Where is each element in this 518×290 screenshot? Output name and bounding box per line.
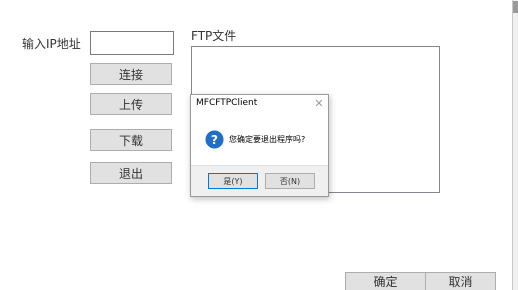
ok-button[interactable]: 确定 bbox=[345, 272, 426, 290]
ip-address-input[interactable] bbox=[90, 31, 174, 55]
dialog-message: 您确定要退出程序吗? bbox=[229, 135, 306, 144]
cancel-button[interactable]: 取消 bbox=[425, 272, 496, 290]
scrollbar-thumb[interactable] bbox=[513, 1, 518, 13]
exit-confirm-dialog: MFCFTPClient ✕ ? 您确定要退出程序吗? 是(Y) 否(N) bbox=[190, 94, 329, 197]
dialog-title: MFCFTPClient bbox=[196, 98, 258, 108]
yes-button[interactable]: 是(Y) bbox=[208, 173, 258, 189]
upload-button[interactable]: 上传 bbox=[90, 93, 172, 115]
ftp-files-label: FTP文件 bbox=[191, 29, 237, 43]
connect-button[interactable]: 连接 bbox=[90, 63, 172, 85]
ip-address-label: 输入IP地址 bbox=[22, 37, 81, 51]
close-icon[interactable]: ✕ bbox=[312, 95, 326, 111]
window-edge-scrollbar[interactable] bbox=[512, 0, 518, 290]
svg-text:?: ? bbox=[211, 133, 218, 147]
no-button[interactable]: 否(N) bbox=[265, 173, 315, 189]
question-icon: ? bbox=[205, 130, 224, 149]
download-button[interactable]: 下载 bbox=[90, 129, 172, 151]
exit-button[interactable]: 退出 bbox=[90, 162, 172, 184]
